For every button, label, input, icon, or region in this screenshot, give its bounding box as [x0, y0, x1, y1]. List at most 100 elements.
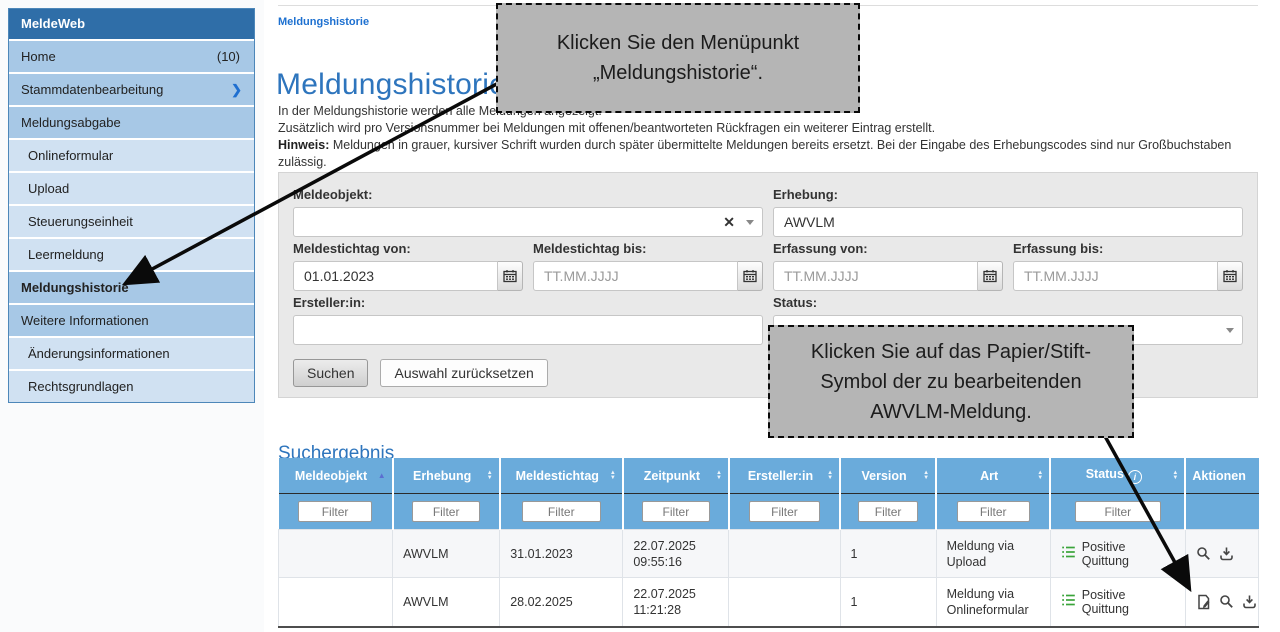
status-list-icon — [1061, 545, 1076, 562]
column-header-version[interactable]: Version ▲▼ — [840, 458, 936, 494]
column-header-meldeobjekt[interactable]: Meldeobjekt▲ — [279, 458, 393, 494]
filter-cell-ersteller-in — [729, 494, 840, 530]
meldestichtag-von-input[interactable] — [293, 261, 498, 291]
intro-note: Hinweis: Meldungen in grauer, kursiver S… — [278, 137, 1258, 171]
status-text: Positive Quittung — [1082, 588, 1175, 616]
cell-version: 1 — [840, 578, 936, 626]
cell-art: Meldung via Upload — [936, 530, 1050, 578]
cell-zeitpunkt: 22.07.202511:21:28 — [623, 578, 729, 626]
column-header-meldestichtag[interactable]: Meldestichtag ▲▼ — [500, 458, 623, 494]
calendar-icon[interactable] — [1218, 261, 1243, 291]
sort-icon[interactable]: ▲▼ — [716, 471, 722, 481]
sort-icon[interactable]: ▲▼ — [487, 471, 493, 481]
sidebar-item-rechtsgrundlagen[interactable]: Rechtsgrundlagen — [9, 371, 254, 402]
column-filter-input[interactable] — [522, 501, 601, 522]
meldeobjekt-input[interactable] — [293, 207, 763, 237]
cell-aktionen — [1185, 578, 1258, 626]
search-button[interactable]: Suchen — [293, 359, 368, 387]
sort-icon[interactable]: ▲▼ — [610, 471, 616, 481]
chevron-down-icon[interactable] — [1226, 328, 1234, 333]
table-row: AWVLM28.02.202522.07.202511:21:281Meldun… — [279, 578, 1259, 626]
column-label: Meldestichtag — [516, 469, 599, 483]
cell-aktionen — [1185, 530, 1258, 578]
column-header-ersteller-in[interactable]: Ersteller:in▲▼ — [729, 458, 840, 494]
column-filter-input[interactable] — [1075, 501, 1162, 522]
column-filter-input[interactable] — [298, 501, 371, 522]
download-icon[interactable] — [1242, 594, 1257, 609]
sidebar-item--nderungsinformationen[interactable]: Änderungsinformationen — [9, 338, 254, 369]
intro-note-text: Meldungen in grauer, kursiver Schrift wu… — [278, 138, 1231, 169]
status-text: Positive Quittung — [1082, 540, 1175, 568]
magnifier-icon[interactable] — [1196, 546, 1211, 561]
cell-erhebung: AWVLM — [393, 530, 500, 578]
meldeweb-page: MeldeWeb Home(10)Stammdatenbearbeitung❯M… — [0, 0, 1280, 632]
column-header-art[interactable]: Art▲▼ — [936, 458, 1050, 494]
sidebar-item-home[interactable]: Home(10) — [9, 41, 254, 72]
cell-meldeobjekt — [279, 578, 393, 626]
column-filter-input[interactable] — [957, 501, 1030, 522]
sort-icon[interactable]: ▲▼ — [1172, 471, 1178, 481]
sort-icon[interactable]: ▲▼ — [827, 471, 833, 481]
column-filter-input[interactable] — [858, 501, 919, 522]
calendar-icon[interactable] — [978, 261, 1003, 291]
column-label: Status — [1086, 467, 1124, 481]
column-filter-input[interactable] — [749, 501, 820, 522]
magnifier-icon[interactable] — [1219, 594, 1234, 609]
reset-button[interactable]: Auswahl zurücksetzen — [380, 359, 547, 387]
column-header-zeitpunkt[interactable]: Zeitpunkt▲▼ — [623, 458, 729, 494]
meldeobjekt-select[interactable]: ✕ — [293, 207, 763, 237]
filter-cell-erhebung — [393, 494, 500, 530]
calendar-icon[interactable] — [498, 261, 523, 291]
meldestichtag-von-label: Meldestichtag von: — [293, 241, 523, 256]
sidebar-item-onlineformular[interactable]: Onlineformular — [9, 140, 254, 171]
filter-cell-zeitpunkt — [623, 494, 729, 530]
chevron-down-icon[interactable] — [746, 220, 754, 225]
erfassung-bis-input[interactable] — [1013, 261, 1218, 291]
filter-cell-version — [840, 494, 936, 530]
page-title: Meldungshistorie — [276, 68, 506, 102]
cell-meldeobjekt — [279, 530, 393, 578]
clear-icon[interactable]: ✕ — [723, 214, 735, 230]
ersteller-label: Ersteller:in: — [293, 295, 763, 310]
download-icon[interactable] — [1219, 546, 1234, 561]
column-filter-input[interactable] — [642, 501, 709, 522]
sidebar-item-leermeldung[interactable]: Leermeldung — [9, 239, 254, 270]
sidebar-item-label: Stammdatenbearbeitung — [21, 74, 163, 105]
sidebar-item-label: Home — [21, 41, 56, 72]
sidebar-item-label: Meldungshistorie — [21, 272, 129, 303]
erfassung-von-input[interactable] — [773, 261, 978, 291]
status-label: Status: — [773, 295, 1243, 310]
paper-pencil-icon[interactable] — [1196, 594, 1211, 610]
sidebar-item-label: Weitere Informationen — [21, 305, 149, 336]
breadcrumb[interactable]: Meldungshistorie — [278, 16, 369, 28]
column-header-aktionen: Aktionen — [1185, 458, 1258, 494]
intro-text: In der Meldungshistorie werden alle Meld… — [278, 103, 1258, 171]
sidebar-item-upload[interactable]: Upload — [9, 173, 254, 204]
results-table: Meldeobjekt▲Erhebung▲▼Meldestichtag▲▼Zei… — [278, 458, 1259, 626]
sort-icon[interactable]: ▲▼ — [1037, 471, 1043, 481]
cell-meldestichtag: 28.02.2025 — [500, 578, 623, 626]
ersteller-input[interactable] — [293, 315, 763, 345]
sidebar-item-steuerungseinheit[interactable]: Steuerungseinheit — [9, 206, 254, 237]
erhebung-input[interactable] — [773, 207, 1243, 237]
sidebar-item-stammdatenbearbeitung[interactable]: Stammdatenbearbeitung❯ — [9, 74, 254, 105]
info-icon[interactable]: i — [1128, 470, 1142, 484]
sort-ascending-icon[interactable]: ▲ — [378, 472, 386, 480]
status-list-icon — [1061, 593, 1076, 610]
sidebar-title: MeldeWeb — [9, 9, 254, 39]
column-label: Version — [861, 469, 906, 483]
sort-icon[interactable]: ▲▼ — [923, 471, 929, 481]
column-header-status[interactable]: Statusi ▲▼ — [1050, 458, 1185, 494]
column-header-erhebung[interactable]: Erhebung▲▼ — [393, 458, 500, 494]
meldestichtag-bis-label: Meldestichtag bis: — [533, 241, 763, 256]
sidebar-item-meldungshistorie[interactable]: Meldungshistorie — [9, 272, 254, 303]
sidebar-item-weitere-informationen[interactable]: Weitere Informationen — [9, 305, 254, 336]
filter-cell-status — [1050, 494, 1185, 530]
callout-menu-hint: Klicken Sie den Menüpunkt „Meldungshisto… — [496, 3, 860, 113]
calendar-icon[interactable] — [738, 261, 763, 291]
erfassung-bis-label: Erfassung bis: — [1013, 241, 1243, 256]
column-filter-input[interactable] — [412, 501, 480, 522]
meldestichtag-bis-input[interactable] — [533, 261, 738, 291]
sidebar-item-meldungsabgabe[interactable]: Meldungsabgabe — [9, 107, 254, 138]
intro-note-label: Hinweis: — [278, 138, 329, 152]
